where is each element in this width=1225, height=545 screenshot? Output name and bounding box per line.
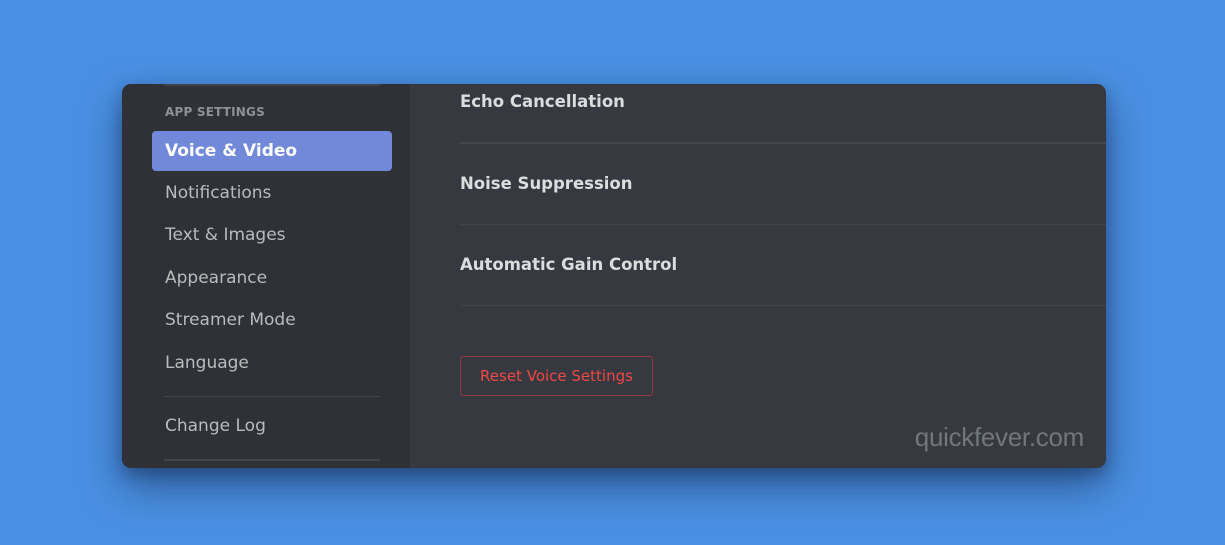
settings-sidebar: APP SETTINGS Voice & Video Notifications…: [122, 84, 410, 468]
settings-window: APP SETTINGS Voice & Video Notifications…: [122, 84, 1106, 468]
sidebar-item-notifications[interactable]: Notifications: [152, 173, 392, 213]
sidebar-item-appearance[interactable]: Appearance: [152, 258, 392, 298]
watermark: quickfever.com: [914, 422, 1085, 452]
sidebar-item-text-images[interactable]: Text & Images: [152, 215, 392, 255]
sidebar-item-language[interactable]: Language: [152, 343, 392, 383]
setting-noise-suppression: Noise Suppression: [460, 174, 633, 193]
sidebar-item-change-log[interactable]: Change Log: [152, 406, 392, 446]
sidebar-item-voice-video[interactable]: Voice & Video: [152, 131, 392, 171]
settings-content: Echo Cancellation Noise Suppression Auto…: [410, 84, 1106, 468]
sidebar-divider: [164, 84, 380, 86]
row-divider: [460, 305, 1106, 306]
setting-echo-cancellation: Echo Cancellation: [460, 92, 625, 111]
row-divider: [460, 224, 1106, 225]
sidebar-divider: [164, 459, 380, 461]
setting-automatic-gain-control: Automatic Gain Control: [460, 255, 678, 274]
sidebar-divider: [164, 396, 380, 397]
row-divider: [460, 142, 1106, 144]
sidebar-item-streamer-mode[interactable]: Streamer Mode: [152, 300, 392, 340]
reset-voice-settings-button[interactable]: Reset Voice Settings: [460, 356, 653, 396]
sidebar-section-header: APP SETTINGS: [165, 105, 265, 119]
